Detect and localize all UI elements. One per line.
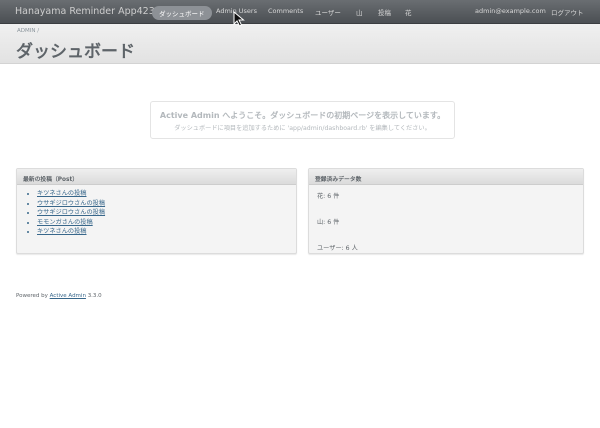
recent-posts-panel-title: 最新の投稿（Post） xyxy=(17,169,296,185)
list-item: キツネさんの投稿 xyxy=(37,227,288,237)
post-link[interactable]: キツネさんの投稿 xyxy=(37,228,87,235)
logout-link[interactable]: ログアウト xyxy=(551,7,584,17)
mountain-count: 山: 6 件 xyxy=(317,219,340,226)
flower-count: 花: 6 件 xyxy=(317,193,340,200)
nav-flowers[interactable]: 花 xyxy=(405,7,412,17)
nav-dashboard[interactable]: ダッシュボード xyxy=(152,6,212,20)
nav-posts[interactable]: 投稿 xyxy=(378,7,391,17)
footer-version: 3.3.0 xyxy=(87,293,102,299)
welcome-message: Active Admin へようこそ。ダッシュボードの初期ページを表示しています… xyxy=(150,101,455,139)
recent-posts-list: キツネさんの投稿 ウサギジロウさんの投稿 ウサギジロウさんの投稿 モモンガさんの… xyxy=(25,189,288,237)
data-counts-panel-title: 登録済みデータ数 xyxy=(309,169,583,185)
nav-comments[interactable]: Comments xyxy=(268,7,303,15)
footer-prefix: Powered by xyxy=(16,293,48,299)
post-link[interactable]: キツネさんの投稿 xyxy=(37,190,87,197)
breadcrumb[interactable]: ADMIN / xyxy=(17,28,39,34)
list-item: キツネさんの投稿 xyxy=(37,189,288,199)
user-count: ユーザー: 6 人 xyxy=(317,245,358,252)
post-link[interactable]: ウサギジロウさんの投稿 xyxy=(37,200,105,207)
list-item: ウサギジロウさんの投稿 xyxy=(37,199,288,209)
page-title: ダッシュボード xyxy=(16,42,135,62)
nav-mountains[interactable]: 山 xyxy=(356,7,363,17)
current-user-email[interactable]: admin@example.com xyxy=(475,7,546,15)
nav-users[interactable]: ユーザー xyxy=(315,7,341,17)
recent-posts-panel: 最新の投稿（Post） キツネさんの投稿 ウサギジロウさんの投稿 ウサギジロウさ… xyxy=(16,168,297,254)
list-item: モモンガさんの投稿 xyxy=(37,218,288,228)
active-admin-link[interactable]: Active Admin xyxy=(50,293,86,299)
list-item: ウサギジロウさんの投稿 xyxy=(37,208,288,218)
mouse-cursor-icon xyxy=(233,11,245,27)
data-counts-panel: 登録済みデータ数 花: 6 件 山: 6 件 ユーザー: 6 人 xyxy=(308,168,584,254)
footer: Powered by Active Admin 3.3.0 xyxy=(16,293,102,299)
post-link[interactable]: モモンガさんの投稿 xyxy=(37,219,93,226)
header-bar: Hanayama Reminder App42329 ダッシュボード Admin… xyxy=(0,0,600,24)
welcome-subtitle: ダッシュボードに項目を追加するために 'app/admin/dashboard.… xyxy=(174,125,431,132)
title-bar: ADMIN / ダッシュボード xyxy=(0,24,600,64)
site-title[interactable]: Hanayama Reminder App42329 xyxy=(15,6,167,17)
post-link[interactable]: ウサギジロウさんの投稿 xyxy=(37,209,105,216)
welcome-title: Active Admin へようこそ。ダッシュボードの初期ページを表示しています… xyxy=(159,111,446,120)
